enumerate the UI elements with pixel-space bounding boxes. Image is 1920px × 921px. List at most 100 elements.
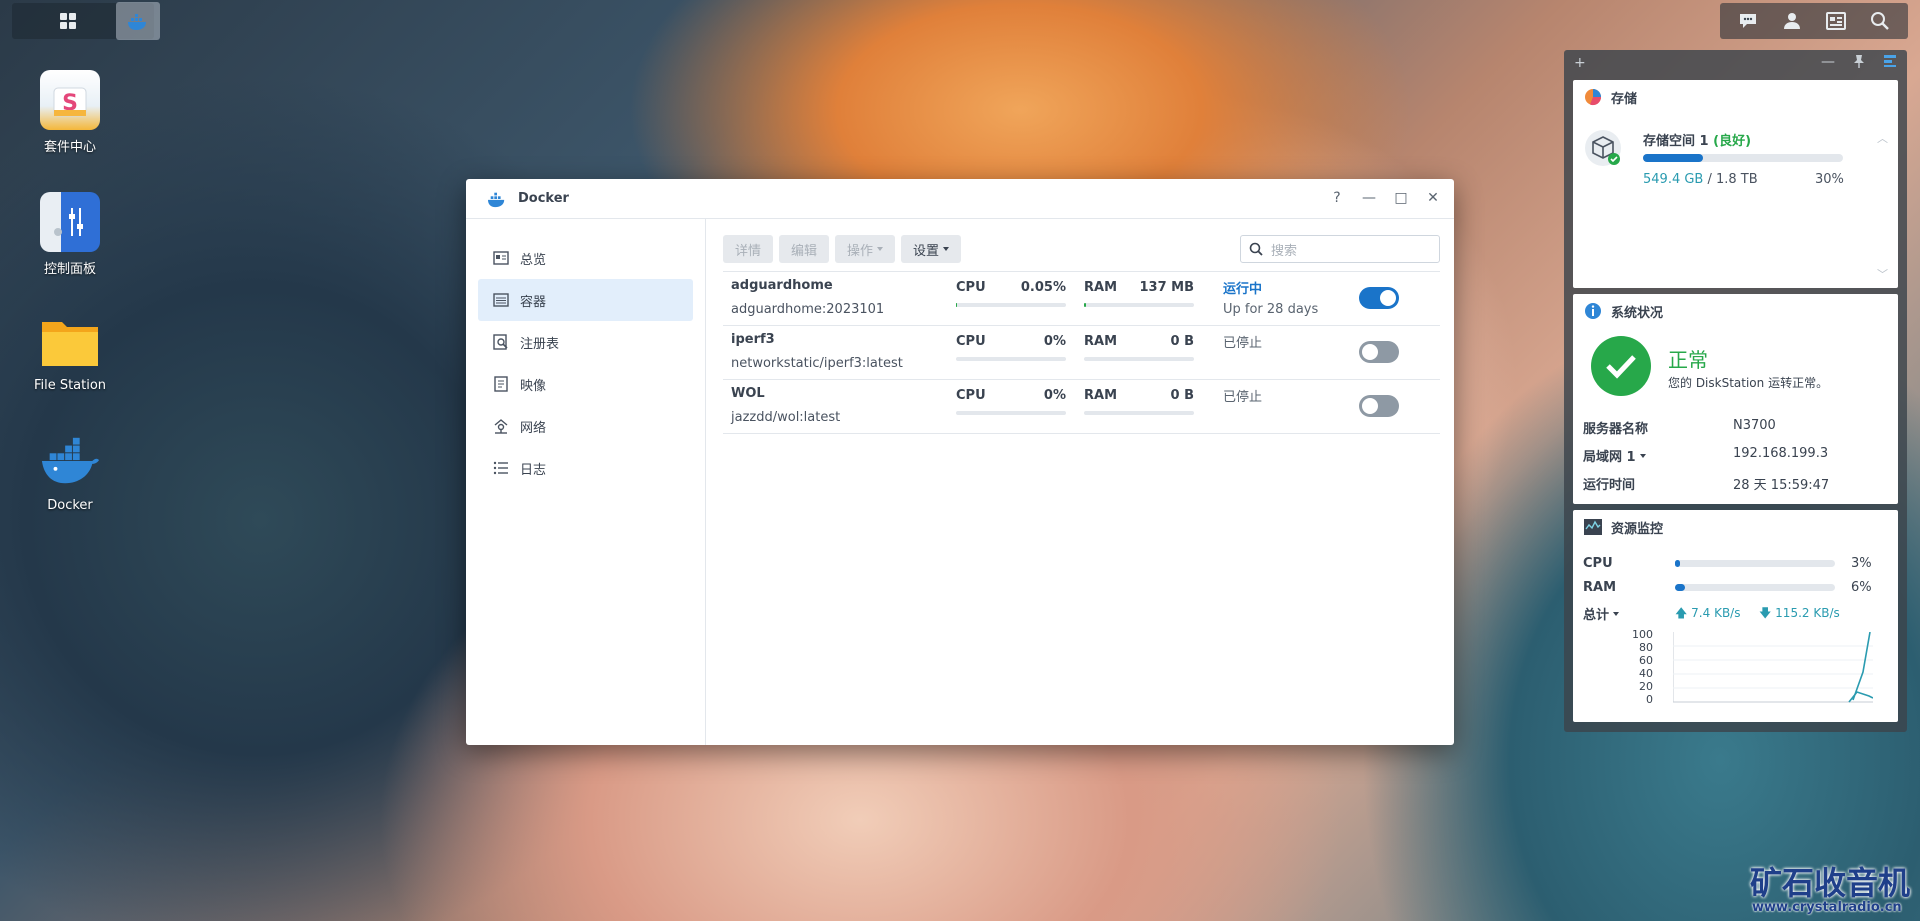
add-widget-button[interactable]: + [1574,55,1586,71]
widgets-toggle-icon[interactable] [1822,7,1850,35]
ram-bar [1084,357,1194,361]
volume-usage-bar [1643,154,1843,162]
volume-usage-fill [1643,154,1703,162]
search-icon[interactable] [1866,7,1894,35]
ram-value: 0 B [1170,334,1194,349]
toggle-knob [1362,398,1378,414]
widget-panel-header: + — [1564,50,1907,76]
container-name: iperf3 [731,332,775,347]
desktop-icon-file-station[interactable]: File Station [20,312,120,393]
table-row[interactable]: WOL jazzdd/wol:latest CPU 0% RAM 0 B 已停止 [723,380,1440,434]
desktop-icon-docker[interactable]: Docker [20,432,120,513]
chevron-down-icon [877,247,884,251]
nav-network[interactable]: 网络 [478,405,693,447]
upload-rate: 🡅 7.4 KB/s [1675,606,1741,620]
settings-dropdown[interactable]: 设置 [901,235,962,263]
log-icon [492,459,510,477]
container-toggle[interactable] [1359,341,1399,363]
cpu-bar [956,303,1066,307]
watermark-url: www.crystalradio.cn [1752,900,1902,915]
desktop-icon-control-panel[interactable]: 控制面板 [20,192,120,277]
desktop-icon-label: 套件中心 [43,140,96,155]
desktop-icon-package-center[interactable]: S 套件中心 [20,70,120,155]
system-health-title: 系统状况 [1611,305,1664,321]
main-menu-button[interactable] [48,5,88,37]
minimize-widget-button[interactable]: — [1821,54,1835,72]
layout-icon[interactable] [1883,54,1897,72]
cpu-metric: CPU 0.05% [956,280,1066,310]
nav-overview[interactable]: 总览 [478,237,693,279]
notification-chat-icon[interactable] [1734,7,1762,35]
user-icon[interactable] [1778,7,1806,35]
total-label: 总计 [1583,608,1610,623]
toggle-knob [1362,344,1378,360]
y-tick: 40 [1639,667,1653,680]
ram-bar [1084,411,1194,415]
nav-image[interactable]: 映像 [478,363,693,405]
y-tick: 100 [1632,628,1653,641]
cpu-bar [956,411,1066,415]
total-dropdown[interactable]: 总计 [1583,604,1620,623]
details-button[interactable]: 详情 [723,235,774,263]
table-row[interactable]: adguardhome adguardhome:2023101 CPU 0.05… [723,272,1440,326]
cpu-value: 0% [1043,334,1066,349]
pin-icon[interactable] [1853,54,1865,72]
desktop-icon-label: Docker [47,498,93,513]
uptime-value: 28 天 15:59:47 [1733,478,1830,493]
search-input[interactable]: 搜索 [1240,235,1440,263]
cpu-bar [956,357,1066,361]
scroll-up-icon[interactable]: ︿ [1877,130,1888,146]
registry-search-icon [492,333,510,351]
nav-label: 日志 [520,462,547,478]
nav-log[interactable]: 日志 [478,447,693,489]
minimize-button[interactable]: — [1360,189,1378,207]
nav-label: 总览 [520,252,547,268]
watermark-title: 矿石收音机 [1750,864,1911,902]
uptime-label: 运行时间 [1583,478,1636,493]
arrow-down-icon: 🡇 [1759,606,1772,620]
container-list-icon [492,291,510,309]
taskbar-docker-button[interactable] [116,2,160,40]
ram-label: RAM [1084,388,1118,403]
check-circle-icon [1591,336,1651,396]
container-toggle[interactable] [1359,395,1399,417]
nav-container[interactable]: 容器 [478,279,693,321]
maximize-button[interactable]: □ [1392,189,1410,207]
action-dropdown[interactable]: 操作 [835,235,896,263]
storage-widget-header: 存储 [1573,80,1898,114]
lan-label: 局域网 1 [1583,450,1636,465]
y-tick: 20 [1639,680,1653,693]
storage-widget: 存储 存储空间 1 (良好) 549.4 GB / 1.8 TB 30% ︿ ﹀ [1573,80,1898,288]
settings-label: 设置 [913,243,940,259]
y-tick: 80 [1639,641,1653,654]
toggle-knob [1380,290,1396,306]
network-icon [492,417,510,435]
control-panel-icon [40,192,100,252]
table-row[interactable]: iperf3 networkstatic/iperf3:latest CPU 0… [723,326,1440,380]
scroll-down-icon[interactable]: ﹀ [1877,266,1888,282]
help-button[interactable]: ? [1328,189,1346,207]
close-button[interactable]: ✕ [1424,189,1442,207]
taskbar [0,0,1920,40]
cpu-percent: 3% [1851,556,1872,571]
container-toggle[interactable] [1359,287,1399,309]
edit-button[interactable]: 编辑 [779,235,830,263]
window-titlebar[interactable]: Docker [466,179,1454,219]
folder-icon [40,312,100,372]
nav-registry[interactable]: 注册表 [478,321,693,363]
action-label: 操作 [847,243,874,259]
monitor-chart-icon [1583,517,1603,537]
cpu-metric: CPU 0% [956,388,1066,418]
ram-usage-fill [1675,584,1685,591]
server-name-value: N3700 [1733,418,1776,433]
network-chart [1673,632,1873,703]
ram-label: RAM [1583,580,1617,595]
ram-label: RAM [1084,334,1118,349]
status-text: 已停止 [1223,390,1263,405]
taskbar-right-group [1720,3,1908,39]
nav-label: 容器 [520,294,547,310]
upload-series [1852,632,1871,701]
ram-bar [1084,303,1194,307]
cpu-label: CPU [956,280,986,295]
lan-dropdown[interactable]: 局域网 1 [1583,446,1646,465]
